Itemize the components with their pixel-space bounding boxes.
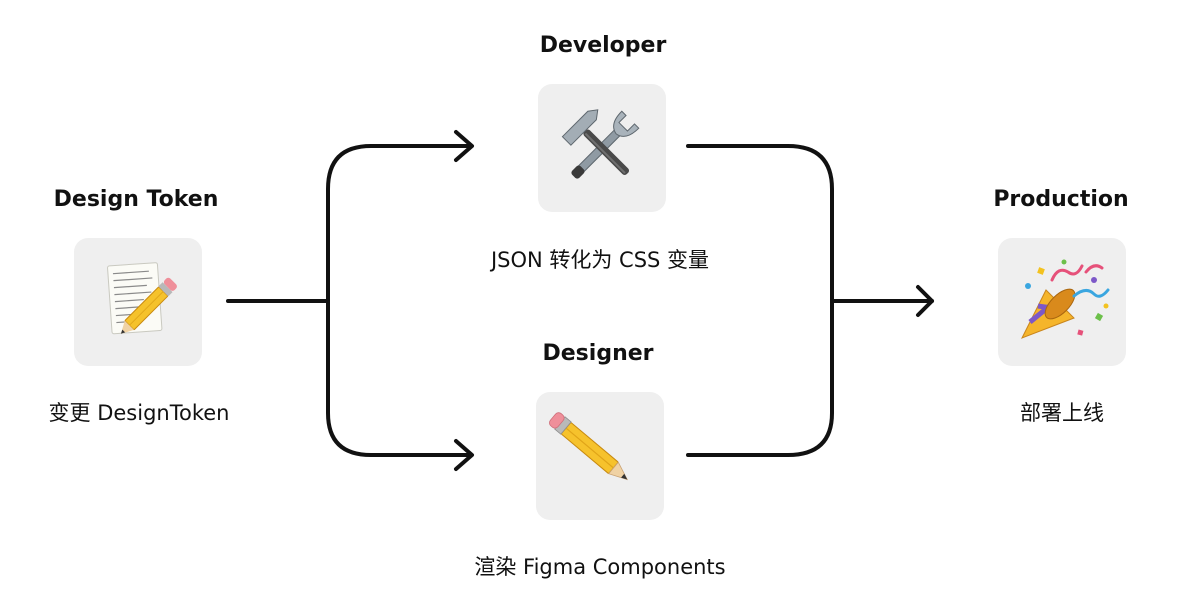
designer-tile [536, 392, 664, 520]
developer-title: Developer [539, 33, 667, 58]
connector-developer-merge [686, 144, 834, 303]
production-title: Production [993, 187, 1129, 212]
hammer-and-wrench-icon [561, 109, 640, 179]
connector-split-to-developer [326, 144, 472, 303]
production-tile [998, 238, 1126, 366]
designer-caption: 渲染 Figma Components [474, 555, 726, 579]
design-token-caption: 变更 DesignToken [48, 401, 230, 425]
design-token-title: Design Token [53, 187, 219, 212]
designer-title: Designer [542, 341, 654, 366]
connector-designer-merge [686, 299, 834, 457]
party-popper-icon [1020, 259, 1110, 339]
production-caption: 部署上线 [1020, 401, 1104, 425]
developer-tile [538, 84, 666, 212]
workflow-diagram: Design Token 变更 DesignToken Developer JS… [0, 0, 1200, 612]
developer-caption: JSON 转化为 CSS 变量 [490, 248, 710, 272]
connector-split-to-designer [326, 299, 472, 457]
pencil-icon [549, 412, 629, 481]
memo-icon [107, 262, 177, 335]
design-token-tile [74, 238, 202, 366]
